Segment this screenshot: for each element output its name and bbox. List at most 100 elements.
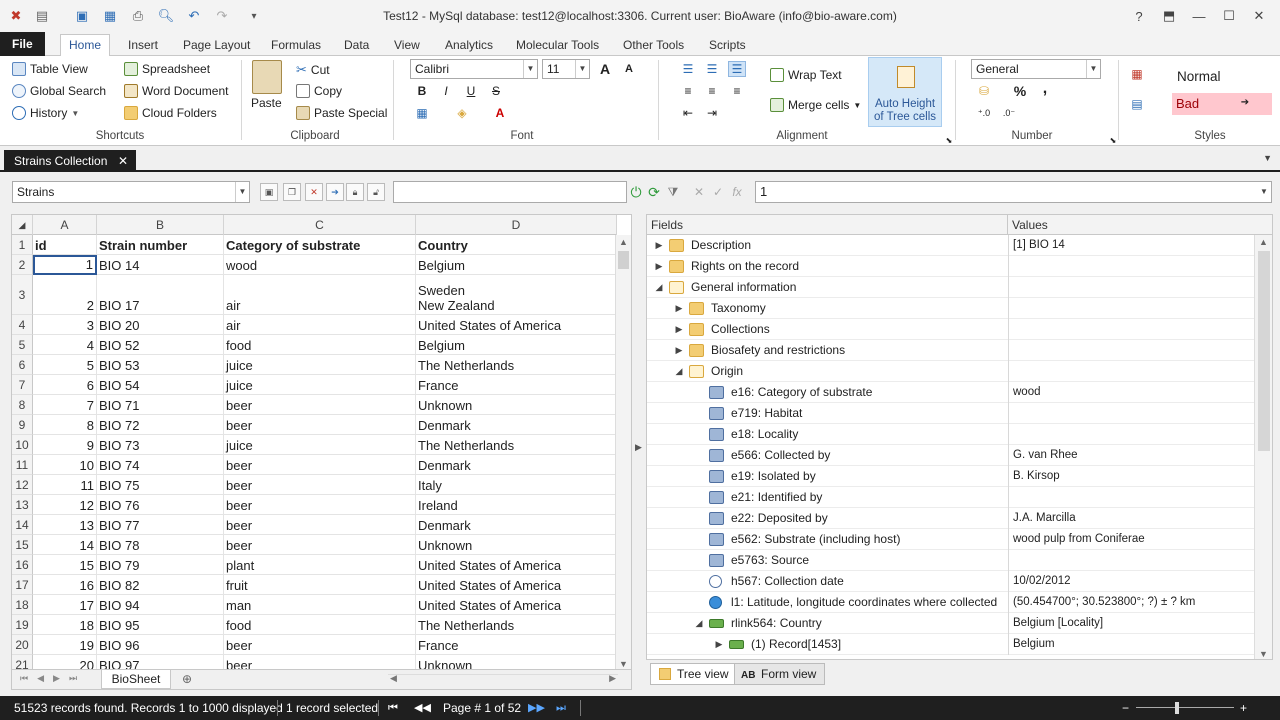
panel-splitter[interactable]: ▶ (634, 214, 644, 690)
align-bottom-icon[interactable]: ☰ (728, 61, 746, 77)
tree-field-value[interactable] (1008, 340, 1254, 361)
tree-header-values[interactable]: Values (1008, 215, 1272, 235)
column-header-b[interactable]: B (97, 215, 224, 235)
grid-cell[interactable]: 6 (33, 375, 97, 395)
zoom-out-icon[interactable]: − (1122, 696, 1129, 720)
tree-field-value[interactable]: (50.454700°; 30.523800°; ?) ± ? km (1008, 592, 1254, 613)
style-normal[interactable]: Normal (1168, 64, 1272, 90)
grid-cell[interactable]: United States of America (416, 315, 617, 335)
grid-cell[interactable]: BIO 96 (97, 635, 224, 655)
row-header[interactable]: 20 (12, 635, 33, 655)
grid-cell[interactable]: beer (224, 415, 416, 435)
tree-field-value[interactable]: B. Kirsop (1008, 466, 1254, 487)
grid-cell[interactable]: BIO 54 (97, 375, 224, 395)
grid-cell[interactable]: BIO 74 (97, 455, 224, 475)
copy-record-icon[interactable]: ❐ (283, 183, 301, 201)
grid-cell[interactable]: 15 (33, 555, 97, 575)
grid-cell[interactable]: 2 (33, 275, 97, 315)
auto-height-button[interactable]: Auto Height of Tree cells (868, 57, 942, 127)
grid-cell[interactable]: BIO 14 (97, 255, 224, 275)
tree-row[interactable]: e5763: Source (647, 550, 1254, 571)
row-header[interactable]: 12 (12, 475, 33, 495)
grid-cell[interactable]: France (416, 375, 617, 395)
row-header[interactable]: 15 (12, 535, 33, 555)
align-right-icon[interactable]: ≡ (728, 83, 746, 99)
grid-cell[interactable]: The Netherlands (416, 355, 617, 375)
new-record-icon[interactable]: ▣ (260, 183, 278, 201)
tree-field-value[interactable] (1008, 424, 1254, 445)
grid-cell[interactable]: Ireland (416, 495, 617, 515)
tree-row[interactable]: e19: Isolated by B. Kirsop (647, 466, 1254, 487)
grid-cell[interactable]: beer (224, 475, 416, 495)
align-center-icon[interactable]: ≡ (703, 83, 721, 99)
grid-cell[interactable]: 14 (33, 535, 97, 555)
tree-row[interactable]: e562: Substrate (including host) wood pul… (647, 529, 1254, 550)
grid-cell[interactable]: Belgium (416, 335, 617, 355)
shrink-font-button[interactable]: A (620, 61, 638, 77)
tab-home[interactable]: Home (60, 34, 111, 57)
tree-row[interactable]: ▶ Taxonomy (647, 298, 1254, 319)
tree-row[interactable]: h567: Collection date 10/02/2012 (647, 571, 1254, 592)
grid-cell[interactable]: United States of America (416, 555, 617, 575)
grid-cell[interactable]: Unknown (416, 535, 617, 555)
grid-cell[interactable]: beer (224, 655, 416, 669)
column-header-a[interactable]: A (33, 215, 97, 235)
tree-field-value[interactable]: wood pulp from Coniferae (1008, 529, 1254, 550)
grid-cell[interactable]: 13 (33, 515, 97, 535)
tree-row[interactable]: e22: Deposited by J.A. Marcilla (647, 508, 1254, 529)
grid-cell[interactable]: 3 (33, 315, 97, 335)
grid-cell[interactable]: BIO 72 (97, 415, 224, 435)
grid-cell[interactable]: 19 (33, 635, 97, 655)
grid-cell[interactable]: BIO 17 (97, 275, 224, 315)
scroll-up-icon[interactable]: ▲ (1259, 237, 1268, 247)
tree-row[interactable]: e18: Locality (647, 424, 1254, 445)
grow-font-button[interactable]: A (596, 61, 614, 77)
grid-cell[interactable]: BIO 97 (97, 655, 224, 669)
ribbon-display-button[interactable]: ⬒ (1154, 4, 1184, 28)
close-button[interactable]: ✕ (1244, 4, 1274, 28)
grid-cell[interactable]: BIO 79 (97, 555, 224, 575)
copy-button[interactable]: Copy (296, 84, 342, 98)
column-header-d[interactable]: D (416, 215, 617, 235)
tab-other-tools[interactable]: Other Tools (615, 35, 692, 56)
bold-button[interactable]: B (413, 83, 431, 99)
tree-field-value[interactable] (1008, 277, 1254, 298)
tree-row[interactable]: e719: Habitat (647, 403, 1254, 424)
grid-cell[interactable]: United States of America (416, 595, 617, 615)
decrease-indent-icon[interactable]: ⇤ (679, 105, 697, 121)
grid-cell[interactable]: fruit (224, 575, 416, 595)
grid-cell[interactable]: juice (224, 435, 416, 455)
header-cell[interactable]: Strain number (97, 235, 224, 255)
fill-color-icon[interactable]: ◈ (453, 105, 471, 121)
grid-cell[interactable]: 20 (33, 655, 97, 669)
tree-row[interactable]: ◢ Origin (647, 361, 1254, 382)
styles-more-icon[interactable]: ➔ (1236, 94, 1254, 110)
tree-field-value[interactable] (1008, 403, 1254, 424)
sheet-navigation-icon[interactable]: ⏮◀▶⏭ (20, 673, 86, 684)
merge-cells-button[interactable]: Merge cells ▼ (770, 98, 861, 112)
expand-arrow-icon[interactable]: ▶ (653, 235, 665, 256)
tree-row[interactable]: ◢ rlink564: Country Belgium [Locality] (647, 613, 1254, 634)
wrap-text-button[interactable]: Wrap Text (770, 68, 842, 82)
row-header[interactable]: 6 (12, 355, 33, 375)
scroll-down-icon[interactable]: ▼ (1259, 649, 1268, 659)
scroll-thumb[interactable] (618, 251, 629, 269)
paste-special-button[interactable]: Paste Special (296, 106, 387, 120)
underline-button[interactable]: U (462, 83, 480, 99)
row-header[interactable]: 2 (12, 255, 33, 275)
goto-record-icon[interactable]: ➔ (326, 183, 344, 201)
grid-cell[interactable]: BIO 82 (97, 575, 224, 595)
decrease-decimal-icon[interactable]: .0⁻ (1000, 105, 1018, 121)
number-format-select[interactable]: General ▼ (971, 59, 1101, 79)
grid-cell[interactable]: BIO 94 (97, 595, 224, 615)
expand-arrow-icon[interactable]: ▶ (673, 319, 685, 340)
align-top-icon[interactable]: ☰ (679, 61, 697, 77)
grid-cell[interactable]: food (224, 615, 416, 635)
grid-cell[interactable]: United States of America (416, 575, 617, 595)
grid-cell[interactable]: Denmark (416, 515, 617, 535)
minimize-button[interactable]: — (1184, 4, 1214, 28)
grid-cell[interactable]: Denmark (416, 455, 617, 475)
tab-view[interactable]: View (386, 35, 428, 56)
grid-cell[interactable]: BIO 75 (97, 475, 224, 495)
percent-button[interactable]: % (1011, 83, 1029, 99)
